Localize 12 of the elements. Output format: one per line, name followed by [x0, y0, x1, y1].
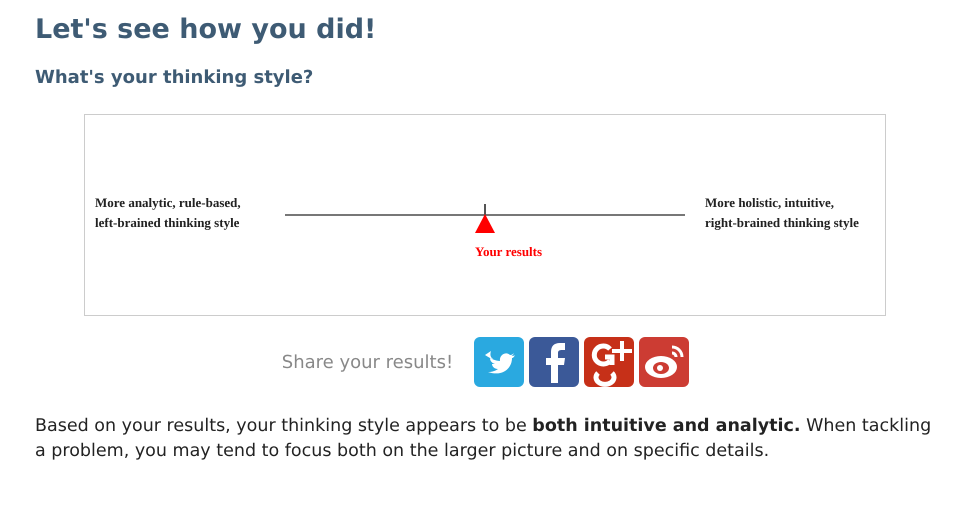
page-title: Let's see how you did!: [35, 14, 378, 45]
f-icon: [546, 343, 566, 383]
weibo-icon: [645, 346, 684, 378]
summary-text: Based on your results, your thinking style appears to be both intuitive and analytic. When tackling a problem, you may tend to focus both on the larger picture and on specific details.: [35, 415, 932, 463]
scale-right-label: More holistic, intuitive, right-brained thinking style: [704, 194, 859, 232]
marker-label: Your results: [475, 243, 542, 261]
share-label: Share your results!: [282, 352, 454, 372]
bird-icon: [485, 351, 516, 374]
bird-share-button[interactable]: [474, 337, 524, 387]
section-heading: What's your thinking style?: [35, 67, 314, 88]
f-share-button[interactable]: [529, 337, 580, 387]
scale-left-label: More analytic, rule-based, left-brained thinking style: [94, 194, 242, 232]
